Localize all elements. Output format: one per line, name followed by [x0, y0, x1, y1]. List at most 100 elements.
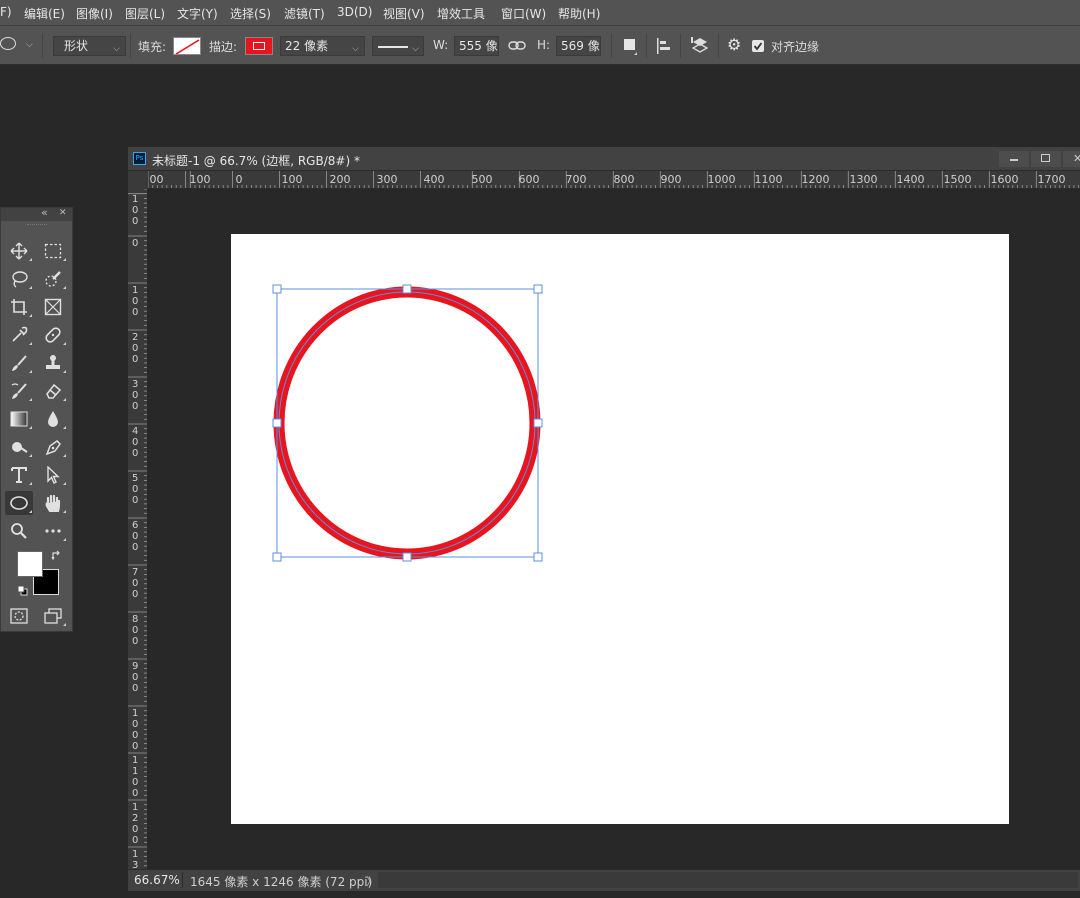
path-alignment-icon[interactable]	[656, 37, 672, 55]
mode-select[interactable]: 形状 ⌵	[53, 36, 126, 56]
solid-line-icon	[378, 46, 408, 48]
default-colors-icon[interactable]	[17, 585, 28, 596]
document-info: 1645 像素 x 1246 像素 (72 ppi)	[190, 875, 373, 889]
stroke-type-select[interactable]: ⌵	[372, 36, 424, 56]
horizontal-ruler-ticks: 00 100 0 100 200 300 400 500 600 700 800 900 1000 110…	[148, 171, 1079, 188]
horizontal-scrollbar[interactable]	[378, 872, 1078, 888]
path-selection-tool[interactable]	[39, 463, 67, 487]
move-tool[interactable]	[5, 239, 33, 263]
dodge-tool[interactable]	[5, 435, 33, 459]
ruler-label: 200	[330, 173, 351, 186]
menu-window[interactable]: 窗口(W)	[501, 5, 546, 22]
ruler-label: 1200	[802, 173, 830, 186]
circle-shape[interactable]	[273, 286, 541, 560]
ruler-label: 00	[150, 173, 164, 186]
close-button[interactable]: ✕	[1063, 151, 1080, 167]
width-input[interactable]: 555 像素	[454, 36, 499, 56]
swap-colors-icon[interactable]	[51, 550, 62, 561]
divider	[646, 34, 647, 58]
gear-icon[interactable]: ⚙	[727, 35, 741, 54]
marquee-tool[interactable]	[39, 239, 67, 263]
screen-mode-button[interactable]	[39, 604, 67, 628]
ruler-label: 900	[132, 661, 138, 694]
workspace	[148, 189, 1080, 869]
ellipse-icon	[10, 496, 28, 510]
ellipse-tool-icon[interactable]	[0, 37, 16, 50]
ruler-label: 800	[132, 614, 138, 647]
zoom-level[interactable]: 66.67%	[134, 873, 180, 887]
path-operations-icon[interactable]	[624, 39, 635, 50]
menu-layer[interactable]: 图层(L)	[125, 5, 165, 22]
vertical-ruler[interactable]: 1000100200300400500600700800900100011001…	[128, 189, 148, 869]
grip	[27, 224, 47, 227]
handle-top-left[interactable]	[272, 284, 282, 294]
toolbox-header[interactable]: « ✕	[1, 206, 72, 221]
close-icon[interactable]: ✕	[59, 208, 67, 218]
eraser-tool[interactable]	[39, 379, 67, 403]
document-tab[interactable]: Ps 未标题-1 @ 66.7% (边框, RGB/8#) * ✕	[128, 147, 1080, 171]
foreground-color-swatch[interactable]	[17, 551, 43, 577]
gradient-icon	[10, 411, 28, 427]
screen-mode-icon	[44, 608, 62, 624]
type-tool[interactable]	[5, 463, 33, 487]
handle-bottom-right[interactable]	[533, 552, 543, 562]
brush-tool[interactable]	[5, 351, 33, 375]
pen-tool[interactable]	[39, 435, 67, 459]
menu-image[interactable]: 图像(I)	[76, 5, 113, 22]
fill-label: 填充:	[138, 40, 167, 54]
ellipse-tool[interactable]	[5, 491, 33, 515]
crop-tool[interactable]	[5, 295, 33, 319]
history-brush-tool[interactable]	[5, 379, 33, 403]
ruler-label: 1600	[991, 173, 1019, 186]
frame-tool[interactable]	[39, 295, 67, 319]
path-arrangement-icon[interactable]	[690, 36, 710, 56]
divider	[130, 34, 131, 58]
menu-plugins[interactable]: 增效工具	[437, 5, 485, 22]
handle-top[interactable]	[402, 284, 412, 294]
menu-3d[interactable]: 3D(D)	[337, 5, 372, 19]
menu-view[interactable]: 视图(V)	[383, 5, 425, 22]
blur-tool[interactable]	[39, 407, 67, 431]
handle-bottom-left[interactable]	[272, 552, 282, 562]
menu-type[interactable]: 文字(Y)	[177, 5, 218, 22]
clone-stamp-tool[interactable]	[39, 351, 67, 375]
ruler-label: 700	[566, 173, 587, 186]
align-edges-checkbox[interactable]	[752, 40, 764, 52]
gradient-tool[interactable]	[5, 407, 33, 431]
hand-tool[interactable]	[39, 491, 67, 515]
more-tools[interactable]	[39, 519, 67, 543]
handle-right[interactable]	[533, 418, 543, 428]
ruler-label: 0	[236, 173, 243, 186]
menu-edit[interactable]: 编辑(E)	[24, 5, 65, 22]
eyedropper-tool[interactable]	[5, 323, 33, 347]
quick-mask-button[interactable]	[5, 604, 33, 628]
no-fill-icon	[175, 39, 200, 54]
status-menu-arrow[interactable]: 〉	[366, 873, 377, 889]
ruler-label: 1700	[1038, 173, 1066, 186]
stroke-swatch[interactable]	[245, 37, 273, 55]
menu-file[interactable]: F)	[0, 5, 12, 19]
menu-help[interactable]: 帮助(H)	[558, 5, 600, 22]
quick-selection-tool[interactable]	[39, 267, 67, 291]
handle-left[interactable]	[272, 418, 282, 428]
maximize-button[interactable]	[1031, 151, 1061, 167]
healing-brush-tool[interactable]	[39, 323, 67, 347]
handle-bottom[interactable]	[402, 552, 412, 562]
horizontal-ruler[interactable]: 00 100 0 100 200 300 400 500 600 700 800 900 1000 110…	[148, 171, 1080, 189]
height-input[interactable]: 569 像素	[556, 36, 601, 56]
maximize-icon	[1041, 154, 1050, 162]
chevron-down-icon: ⌵	[412, 44, 419, 54]
fill-swatch[interactable]	[173, 37, 201, 55]
menu-select[interactable]: 选择(S)	[230, 5, 271, 22]
chevron-down-icon[interactable]: ⌵	[26, 40, 33, 50]
eyedropper-icon	[12, 326, 28, 342]
menu-filter[interactable]: 滤镜(T)	[284, 5, 325, 22]
collapse-icon[interactable]: «	[41, 206, 48, 219]
minimize-button[interactable]	[999, 151, 1029, 167]
stroke-width-input[interactable]: 22 像素 ⌵	[280, 36, 365, 56]
handle-top-right[interactable]	[533, 284, 543, 294]
link-icon[interactable]	[508, 40, 526, 52]
lasso-tool[interactable]	[5, 267, 33, 291]
zoom-tool[interactable]	[5, 519, 33, 543]
height-label: H:	[537, 38, 551, 52]
